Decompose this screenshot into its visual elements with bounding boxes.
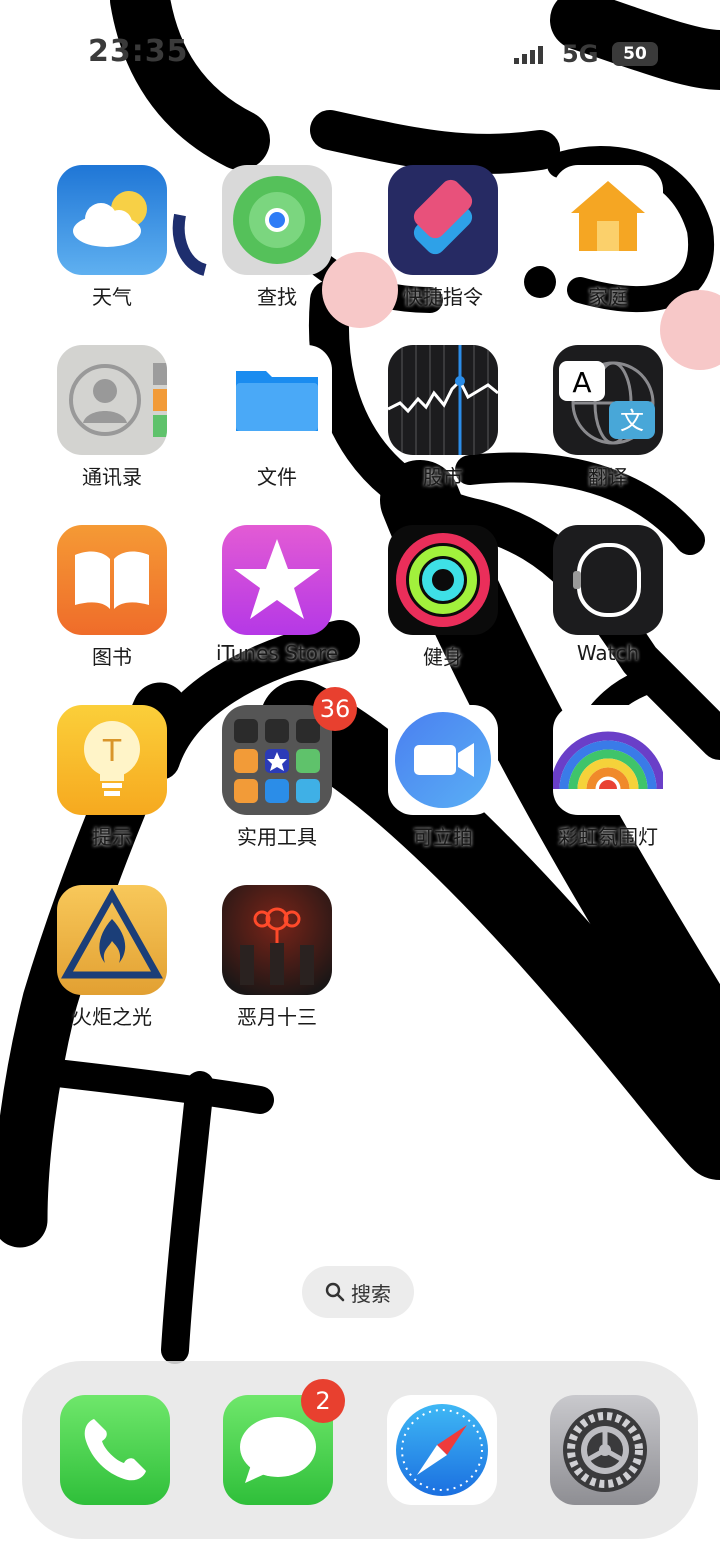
app-home[interactable]: 家庭 [538, 165, 678, 335]
notification-badge: 36 [313, 687, 357, 731]
app-label: 股市 [423, 465, 463, 489]
app-torchlight[interactable]: 火炬之光 [42, 885, 182, 1055]
translate-letter-b: 文 [620, 407, 644, 435]
safari-icon [387, 1395, 497, 1505]
app-label: iTunes Store [215, 641, 339, 665]
weather-icon [57, 165, 167, 275]
app-label: 彩虹氛围灯 [558, 825, 658, 849]
shortcuts-icon [388, 165, 498, 275]
watch-icon [553, 525, 663, 635]
rainbow-lamp-icon [553, 705, 663, 815]
files-icon [222, 345, 332, 455]
network-type: 5G [562, 40, 599, 68]
tips-icon: T [57, 705, 167, 815]
app-label: 火炬之光 [72, 1005, 152, 1029]
app-rainbow-lamp[interactable]: 彩虹氛围灯 [538, 705, 678, 875]
app-label: 快捷指令 [403, 285, 483, 309]
app-label: 翻译 [588, 465, 628, 489]
folder-utilities[interactable]: 36 实用工具 [207, 687, 357, 875]
contacts-icon [57, 345, 167, 455]
app-fitness[interactable]: 健身 [373, 525, 513, 695]
phone-icon [60, 1395, 170, 1505]
app-label: 提示 [92, 825, 132, 849]
notification-badge: 2 [301, 1379, 345, 1423]
app-files[interactable]: 文件 [207, 345, 347, 515]
app-label: Watch [576, 641, 640, 665]
search-label: 搜索 [351, 1281, 391, 1306]
app-label: 查找 [257, 285, 297, 309]
dock-app-safari[interactable] [387, 1395, 497, 1505]
dock-app-messages[interactable]: 2 [223, 1379, 345, 1505]
app-label: 图书 [92, 645, 132, 669]
app-contacts[interactable]: 通讯录 [42, 345, 182, 515]
app-translate[interactable]: A 文 翻译 [538, 345, 678, 515]
evil-month-game-icon [222, 885, 332, 995]
home-icon [553, 165, 663, 275]
fitness-icon [388, 525, 498, 635]
app-label: 恶月十三 [237, 1005, 317, 1029]
search-icon [325, 1282, 345, 1302]
translate-letter-a: A [572, 366, 591, 399]
app-label: 可立拍 [413, 825, 473, 849]
utilities-folder-icon [222, 705, 332, 815]
tips-letter: T [102, 734, 122, 769]
spotlight-search-button[interactable]: 搜索 [302, 1266, 414, 1318]
app-clips[interactable]: 可立拍 [373, 705, 513, 875]
itunes-store-icon [222, 525, 332, 635]
app-weather[interactable]: 天气 [42, 165, 182, 335]
app-label: 实用工具 [237, 825, 317, 849]
translate-icon: A 文 [553, 345, 663, 455]
settings-icon [550, 1395, 660, 1505]
app-label: 健身 [423, 645, 463, 669]
cellular-signal-icon [514, 46, 543, 64]
dock-app-phone[interactable] [60, 1395, 170, 1505]
app-label: 文件 [257, 465, 297, 489]
app-label: 天气 [92, 285, 132, 309]
app-evil-month-13[interactable]: 恶月十三 [207, 885, 347, 1055]
app-label: 通讯录 [82, 465, 142, 489]
app-stocks[interactable]: 股市 [373, 345, 513, 515]
app-tips[interactable]: T 提示 [42, 705, 182, 875]
books-icon [57, 525, 167, 635]
app-find-my[interactable]: 查找 [207, 165, 347, 335]
app-watch[interactable]: Watch [538, 525, 678, 695]
stocks-icon [388, 345, 498, 455]
dock-app-settings[interactable] [550, 1395, 660, 1505]
status-time: 23:35 [88, 34, 189, 69]
battery-indicator: 50 [612, 42, 658, 66]
app-books[interactable]: 图书 [42, 525, 182, 695]
app-shortcuts[interactable]: 快捷指令 [373, 165, 513, 335]
torchlight-game-icon [57, 885, 167, 995]
app-label: 家庭 [588, 285, 628, 309]
app-itunes-store[interactable]: iTunes Store [207, 525, 347, 695]
clips-icon [388, 705, 498, 815]
find-my-icon [222, 165, 332, 275]
